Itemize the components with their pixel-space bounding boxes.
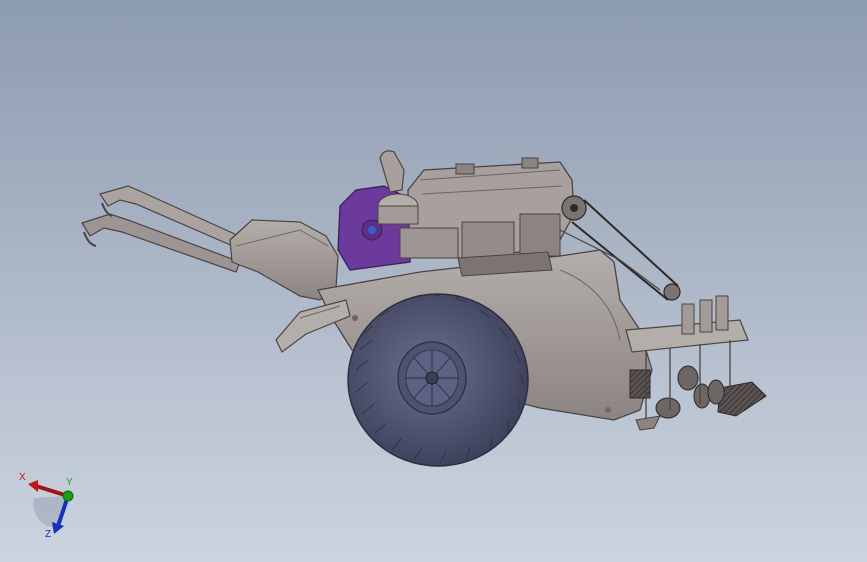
handlebars[interactable]	[81, 185, 249, 273]
x-axis-label: X	[19, 472, 26, 483]
z-axis-label: Z	[45, 529, 52, 540]
coordinate-triad: X Y Z	[14, 468, 84, 548]
y-axis-label: Y	[66, 477, 73, 488]
fender[interactable]	[229, 219, 339, 301]
graphics-viewport[interactable]: X Y Z	[0, 0, 867, 562]
drive-wheel[interactable]	[347, 293, 529, 467]
engine[interactable]	[399, 157, 575, 277]
walking-tractor-seeder-model[interactable]	[0, 0, 867, 562]
